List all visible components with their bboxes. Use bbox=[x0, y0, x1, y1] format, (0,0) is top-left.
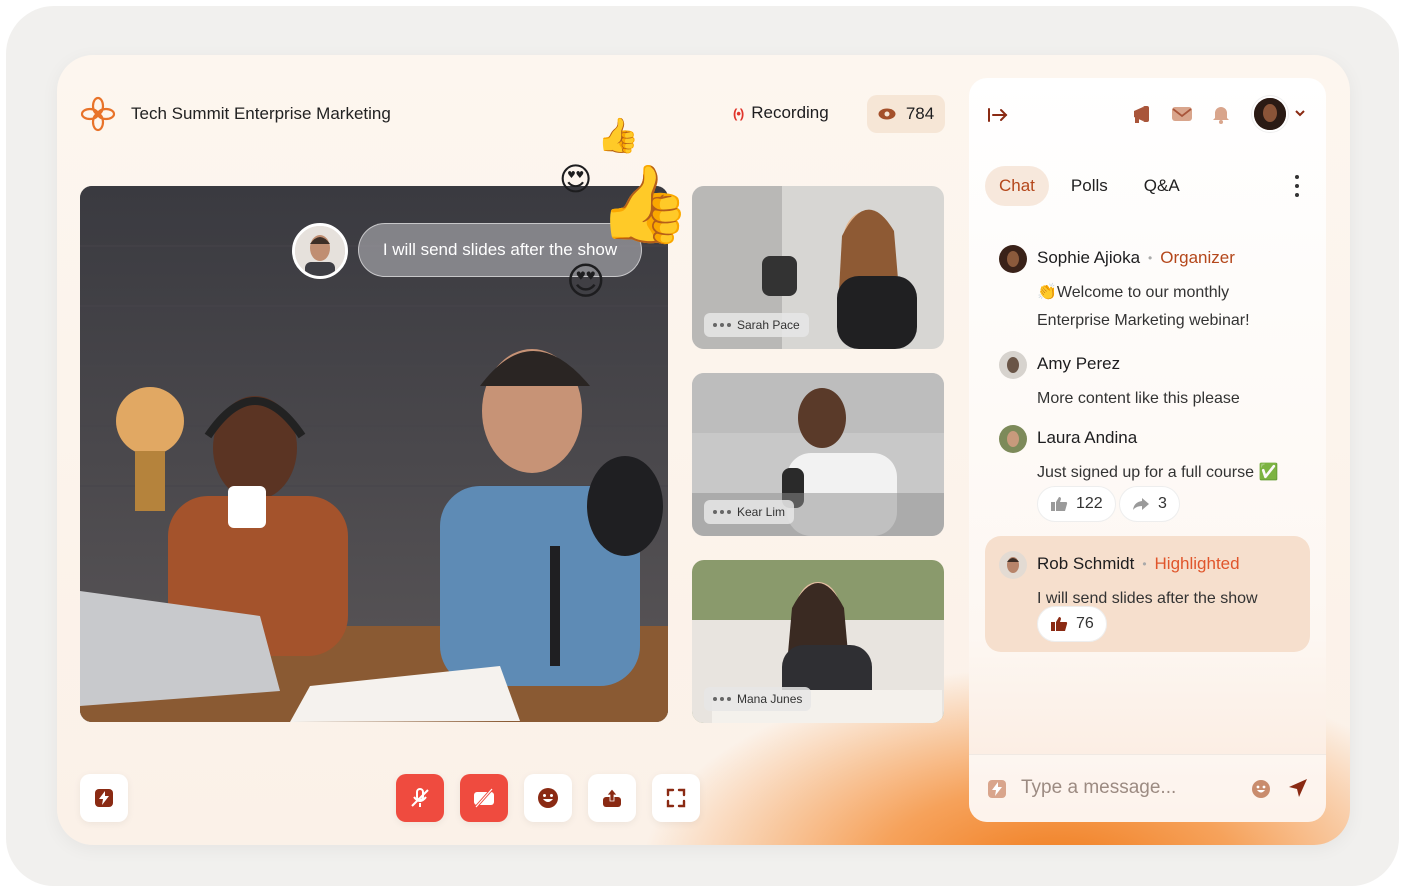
participant-name-tag: Sarah Pace bbox=[704, 313, 809, 337]
side-panel: Chat Polls Q&A Sophie Ajioka • Organizer… bbox=[969, 78, 1326, 822]
mic-off-icon bbox=[411, 788, 429, 807]
mail-icon[interactable] bbox=[1171, 106, 1193, 122]
participant-name: Kear Lim bbox=[737, 505, 786, 519]
message-text: 👏Welcome to our monthly Enterprise Marke… bbox=[1037, 284, 1250, 329]
viewer-count: 784 bbox=[905, 104, 935, 123]
recording-icon: (•) bbox=[733, 105, 744, 121]
brand-logo-icon bbox=[80, 96, 116, 132]
event-title: Tech Summit Enterprise Marketing bbox=[131, 104, 391, 123]
highlight-badge: Highlighted bbox=[1154, 554, 1240, 573]
share-count: 3 bbox=[1158, 495, 1167, 512]
camera-off-button[interactable] bbox=[460, 774, 508, 822]
collapse-panel-icon[interactable] bbox=[987, 107, 1009, 123]
message-author: Laura Andina bbox=[1037, 428, 1138, 447]
fullscreen-button[interactable] bbox=[652, 774, 700, 822]
send-icon[interactable] bbox=[1287, 777, 1309, 799]
share-reaction-button[interactable]: 3 bbox=[1119, 486, 1180, 522]
participant-name-tag: Kear Lim bbox=[704, 500, 795, 524]
tab-chat[interactable]: Chat bbox=[985, 166, 1049, 206]
tab-polls[interactable]: Polls bbox=[1057, 166, 1122, 206]
message-input[interactable]: Type a message... bbox=[1021, 777, 1176, 799]
participant-name-tag: Mana Junes bbox=[704, 687, 812, 711]
upload-icon bbox=[603, 788, 621, 807]
participant-tile-sarah[interactable]: Sarah Pace bbox=[692, 186, 944, 349]
forward-arrow-icon bbox=[1133, 498, 1149, 510]
smiley-icon bbox=[538, 788, 558, 808]
avatar bbox=[999, 245, 1027, 273]
participant-name: Mana Junes bbox=[737, 692, 803, 706]
share-button[interactable] bbox=[588, 774, 636, 822]
like-count: 76 bbox=[1076, 615, 1094, 632]
heart-eyes-icon: 😍 bbox=[566, 261, 606, 303]
message-author: Amy Perez bbox=[1037, 354, 1121, 373]
participant-name: Sarah Pace bbox=[737, 318, 800, 332]
viewer-count-badge: 784 bbox=[867, 95, 945, 133]
more-dots-icon bbox=[713, 323, 731, 327]
speaker-avatar bbox=[292, 223, 348, 279]
tab-qa[interactable]: Q&A bbox=[1130, 166, 1194, 206]
more-dots-icon bbox=[713, 697, 731, 701]
thumbs-up-icon bbox=[1051, 497, 1068, 511]
user-avatar[interactable] bbox=[1252, 96, 1288, 132]
like-reaction-button[interactable]: 76 bbox=[1037, 606, 1107, 642]
recording-label: Recording bbox=[751, 103, 829, 122]
message-text: Just signed up for a full course ✅ bbox=[1037, 464, 1279, 481]
flash-button[interactable] bbox=[80, 774, 128, 822]
smiley-icon[interactable] bbox=[1251, 779, 1271, 799]
megaphone-icon[interactable] bbox=[1131, 104, 1153, 124]
eye-icon bbox=[878, 108, 896, 120]
mute-mic-button[interactable] bbox=[396, 774, 444, 822]
like-reaction-button[interactable]: 122 bbox=[1037, 486, 1116, 522]
separator-dot: • bbox=[1142, 557, 1147, 571]
thumbs-up-large-icon: 👍 bbox=[597, 162, 692, 247]
camera-off-icon bbox=[474, 788, 494, 808]
like-count: 122 bbox=[1076, 495, 1103, 512]
flash-icon[interactable] bbox=[987, 779, 1007, 799]
avatar bbox=[999, 425, 1027, 453]
avatar bbox=[999, 351, 1027, 379]
flash-icon bbox=[95, 789, 113, 807]
more-options-icon[interactable] bbox=[1295, 175, 1299, 197]
message-text: More content like this please bbox=[1037, 390, 1240, 407]
participant-tile-kear[interactable]: Kear Lim bbox=[692, 373, 944, 536]
chevron-down-icon[interactable] bbox=[1295, 110, 1305, 118]
fullscreen-icon bbox=[666, 788, 686, 808]
emoji-button[interactable] bbox=[524, 774, 572, 822]
recording-indicator: (•) Recording bbox=[733, 103, 829, 123]
heart-eyes-icon: 😍 bbox=[559, 161, 593, 197]
separator-dot: • bbox=[1148, 251, 1153, 265]
avatar bbox=[999, 551, 1027, 579]
thumbs-up-small-icon: 👍 bbox=[597, 117, 640, 155]
panel-tabs: Chat Polls Q&A bbox=[985, 166, 1194, 206]
message-author: Sophie Ajioka bbox=[1037, 248, 1141, 267]
bell-icon[interactable] bbox=[1211, 104, 1231, 124]
webinar-app: Tech Summit Enterprise Marketing (•) Rec… bbox=[57, 55, 1350, 845]
message-author: Rob Schmidt bbox=[1037, 554, 1135, 573]
message-composer: Type a message... bbox=[969, 754, 1326, 822]
participant-tile-mana[interactable]: Mana Junes bbox=[692, 560, 944, 723]
role-badge: Organizer bbox=[1160, 248, 1235, 267]
more-dots-icon bbox=[713, 510, 731, 514]
thumbs-up-icon bbox=[1051, 617, 1068, 631]
